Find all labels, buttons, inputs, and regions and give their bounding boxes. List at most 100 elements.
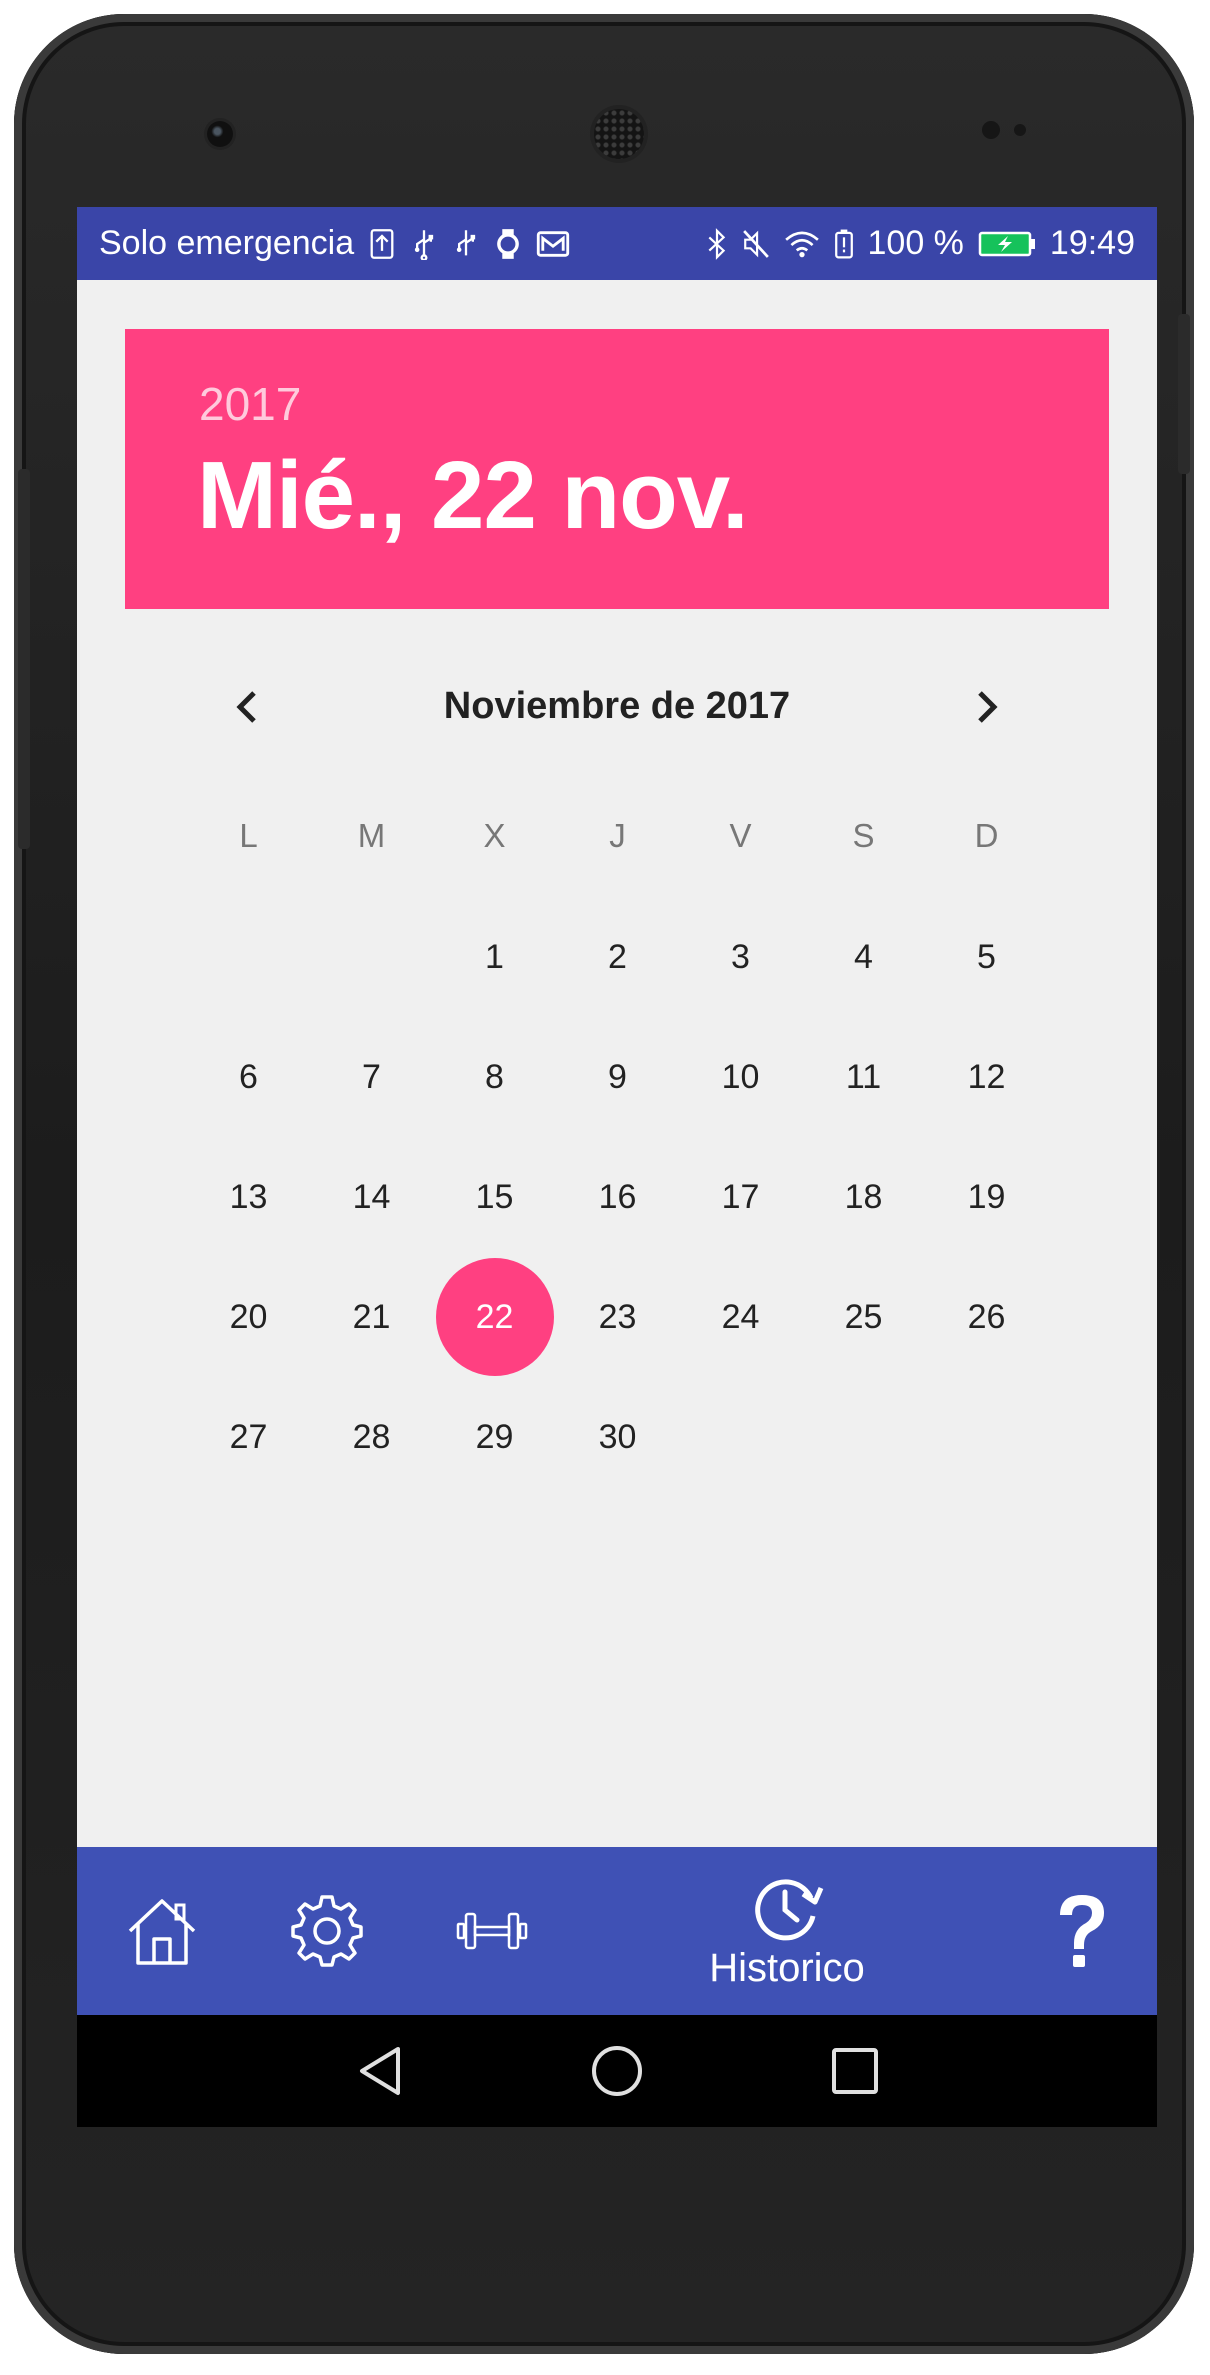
calendar-day[interactable]: 30: [556, 1377, 679, 1497]
weekday-label: M: [357, 817, 386, 854]
home-button[interactable]: [589, 2043, 645, 2099]
calendar-day[interactable]: 14: [310, 1137, 433, 1257]
calendar-day[interactable]: 3: [679, 897, 802, 1017]
carrier-label: Solo emergencia: [99, 224, 355, 262]
day-number: 13: [229, 1177, 268, 1216]
calendar-day[interactable]: 4: [802, 897, 925, 1017]
watch-icon: [494, 228, 522, 260]
day-number: 16: [598, 1177, 637, 1216]
calendar-day[interactable]: 6: [187, 1017, 310, 1137]
calendar-day[interactable]: 21: [310, 1257, 433, 1377]
day-number: 11: [845, 1057, 882, 1096]
date-header: 2017 Mié., 22 nov.: [125, 329, 1109, 609]
calendar-day-empty: [310, 897, 433, 1017]
battery-alert-icon: [834, 228, 854, 260]
calendar-day[interactable]: 23: [556, 1257, 679, 1377]
mute-icon: [742, 228, 770, 260]
day-number: 21: [352, 1297, 391, 1336]
day-number: 5: [977, 937, 996, 976]
weekday-label: X: [483, 817, 506, 854]
calendar-day[interactable]: 25: [802, 1257, 925, 1377]
calendar-day[interactable]: 5: [925, 897, 1048, 1017]
day-number: 18: [844, 1177, 883, 1216]
day-number: 7: [362, 1057, 381, 1096]
day-number: 23: [598, 1297, 637, 1336]
calendar-day[interactable]: 15: [433, 1137, 556, 1257]
calendar-day-selected[interactable]: 22: [433, 1257, 556, 1377]
calendar-day[interactable]: 28: [310, 1377, 433, 1497]
calendar-day[interactable]: 26: [925, 1257, 1048, 1377]
calendar-day[interactable]: 18: [802, 1137, 925, 1257]
clock: 19:49: [1049, 224, 1135, 262]
back-icon: [360, 2047, 400, 2095]
nav-home-button[interactable]: [117, 1847, 207, 2015]
day-number: 29: [475, 1417, 514, 1456]
calendar-day[interactable]: 7: [310, 1017, 433, 1137]
status-bar: Solo emergencia 100 % 19:49: [77, 207, 1157, 280]
nav-help-button[interactable]: [1037, 1847, 1127, 2015]
calendar-day[interactable]: 9: [556, 1017, 679, 1137]
usb-icon: [452, 228, 480, 260]
month-navigator: Noviembre de 2017: [77, 667, 1157, 747]
usb-icon: [410, 228, 438, 261]
battery-charging-icon: [978, 229, 1036, 259]
day-number: 10: [721, 1057, 760, 1096]
calendar-day-empty: [925, 1377, 1048, 1497]
bottom-navigation: Historico: [77, 1847, 1157, 2015]
day-number: 4: [854, 937, 873, 976]
calendar-day[interactable]: 27: [187, 1377, 310, 1497]
home-circle-icon: [592, 2046, 642, 2096]
calendar-day[interactable]: 13: [187, 1137, 310, 1257]
next-month-button[interactable]: [957, 677, 1017, 737]
back-button[interactable]: [352, 2043, 408, 2099]
calendar-day[interactable]: 11: [802, 1017, 925, 1137]
day-number: 9: [608, 1057, 627, 1096]
help-icon: [1060, 1895, 1104, 1967]
day-number: 22: [435, 1258, 554, 1376]
system-navigation-bar: [77, 2015, 1157, 2127]
day-number: 25: [844, 1297, 883, 1336]
day-number: 8: [485, 1057, 504, 1096]
dumbbell-icon: [456, 1912, 528, 1950]
weekday-label: D: [974, 817, 999, 854]
phone-frame: Solo emergencia 100 % 19:49 2017 Mié., 2…: [14, 14, 1194, 2354]
day-number: 28: [352, 1417, 391, 1456]
day-number: 14: [352, 1177, 391, 1216]
calendar-day[interactable]: 8: [433, 1017, 556, 1137]
calendar-day-empty: [187, 897, 310, 1017]
calendar-day[interactable]: 2: [556, 897, 679, 1017]
nav-workout-button[interactable]: [447, 1847, 537, 2015]
day-number: 24: [721, 1297, 760, 1336]
recents-icon: [832, 2048, 878, 2094]
calendar-day[interactable]: 29: [433, 1377, 556, 1497]
calendar-day[interactable]: 17: [679, 1137, 802, 1257]
calendar-day[interactable]: 24: [679, 1257, 802, 1377]
day-number: 27: [229, 1417, 268, 1456]
day-number: 1: [485, 937, 504, 976]
calendar-day[interactable]: 12: [925, 1017, 1048, 1137]
gear-icon: [291, 1895, 363, 1967]
calendar-day[interactable]: 10: [679, 1017, 802, 1137]
day-number: 6: [239, 1057, 258, 1096]
calendar-day[interactable]: 19: [925, 1137, 1048, 1257]
nav-history-button[interactable]: Historico: [687, 1847, 887, 2015]
calendar-day-empty: [802, 1377, 925, 1497]
weekday-header: L M X J V S D: [187, 817, 1047, 855]
calendar-day[interactable]: 20: [187, 1257, 310, 1377]
day-number: 30: [598, 1417, 637, 1456]
day-number: 3: [731, 937, 750, 976]
recents-button[interactable]: [827, 2043, 883, 2099]
nav-settings-button[interactable]: [282, 1847, 372, 2015]
upload-icon: [368, 228, 396, 260]
mail-icon: [536, 228, 570, 260]
header-year[interactable]: 2017: [199, 377, 301, 431]
header-date[interactable]: Mié., 22 nov.: [197, 441, 749, 551]
calendar-day-empty: [679, 1377, 802, 1497]
calendar-day[interactable]: 16: [556, 1137, 679, 1257]
day-number: 15: [475, 1177, 514, 1216]
calendar-day[interactable]: 1: [433, 897, 556, 1017]
screen: Solo emergencia 100 % 19:49 2017 Mié., 2…: [77, 207, 1157, 2127]
power-button: [1178, 314, 1190, 474]
bluetooth-icon: [706, 227, 728, 260]
calendar-day-grid: 1 2 3 4 5 6 7 8 9 10 11 12 13 14 15 16 1…: [187, 897, 1047, 1497]
